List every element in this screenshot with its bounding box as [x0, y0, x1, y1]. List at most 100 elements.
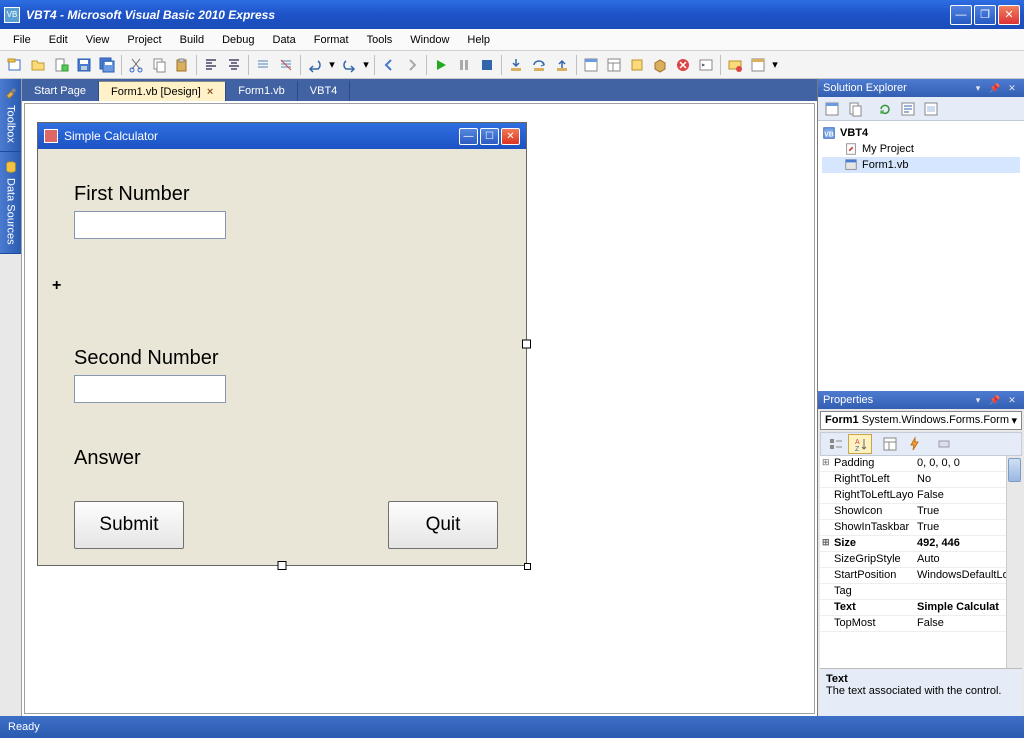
- menu-tools[interactable]: Tools: [358, 31, 402, 49]
- property-row[interactable]: RightToLeftLayoFalse: [820, 488, 1022, 504]
- align-center-icon[interactable]: [223, 54, 245, 76]
- paste-icon[interactable]: [171, 54, 193, 76]
- find-dropdown-icon[interactable]: ▾: [770, 54, 780, 76]
- chevron-down-icon[interactable]: ▾: [1011, 414, 1017, 427]
- properties-scrollbar[interactable]: [1006, 456, 1022, 668]
- object-browser-icon[interactable]: [626, 54, 648, 76]
- close-tab-icon[interactable]: ×: [207, 86, 213, 98]
- scrollbar-thumb[interactable]: [1008, 458, 1021, 482]
- save-all-icon[interactable]: [96, 54, 118, 76]
- label-first-number[interactable]: First Number: [74, 183, 190, 206]
- property-extra-icon[interactable]: [932, 434, 956, 454]
- events-icon[interactable]: [902, 434, 926, 454]
- solution-tree[interactable]: VB VBT4 My Project Form1.vb: [818, 121, 1024, 391]
- redo-icon[interactable]: [338, 54, 360, 76]
- step-out-icon[interactable]: [551, 54, 573, 76]
- tree-node-form1[interactable]: Form1.vb: [822, 157, 1020, 173]
- show-all-files-icon[interactable]: [844, 98, 866, 120]
- label-plus[interactable]: +: [52, 277, 61, 295]
- property-row[interactable]: Tag: [820, 584, 1022, 600]
- property-row[interactable]: ShowIconTrue: [820, 504, 1022, 520]
- align-left-icon[interactable]: [200, 54, 222, 76]
- tab-vbt4[interactable]: VBT4: [298, 81, 351, 101]
- resize-handle[interactable]: [524, 563, 531, 570]
- form-designer-surface[interactable]: Simple Calculator — ☐ ✕ First Number + S…: [24, 103, 815, 714]
- form-minimize-icon[interactable]: —: [459, 128, 478, 145]
- button-quit[interactable]: Quit: [388, 501, 498, 549]
- step-over-icon[interactable]: [528, 54, 550, 76]
- menu-data[interactable]: Data: [264, 31, 305, 49]
- properties-window-icon[interactable]: [603, 54, 625, 76]
- menu-view[interactable]: View: [77, 31, 119, 49]
- step-into-icon[interactable]: [505, 54, 527, 76]
- label-second-number[interactable]: Second Number: [74, 347, 219, 370]
- property-row[interactable]: Padding0, 0, 0, 0: [820, 456, 1022, 472]
- form-maximize-icon[interactable]: ☐: [480, 128, 499, 145]
- tab-form1-design[interactable]: Form1.vb [Design]×: [99, 81, 226, 101]
- property-row[interactable]: SizeGripStyleAuto: [820, 552, 1022, 568]
- navigate-back-icon[interactable]: [378, 54, 400, 76]
- stop-icon[interactable]: [476, 54, 498, 76]
- uncomment-icon[interactable]: [275, 54, 297, 76]
- data-sources-tab[interactable]: Data Sources: [0, 152, 21, 254]
- panel-dropdown-icon[interactable]: ▾: [971, 394, 985, 406]
- open-file-icon[interactable]: [27, 54, 49, 76]
- solution-explorer-icon[interactable]: [580, 54, 602, 76]
- pause-icon[interactable]: [453, 54, 475, 76]
- property-pages-icon[interactable]: [878, 434, 902, 454]
- property-row[interactable]: TextSimple Calculat: [820, 600, 1022, 616]
- categorized-icon[interactable]: [824, 434, 848, 454]
- close-button[interactable]: ✕: [998, 5, 1020, 25]
- find-icon[interactable]: [747, 54, 769, 76]
- property-row[interactable]: StartPositionWindowsDefaultLo: [820, 568, 1022, 584]
- property-row[interactable]: TopMostFalse: [820, 616, 1022, 632]
- properties-object-selector[interactable]: Form1 System.Windows.Forms.Form ▾: [820, 411, 1022, 430]
- comment-icon[interactable]: [252, 54, 274, 76]
- property-row[interactable]: ShowInTaskbarTrue: [820, 520, 1022, 536]
- properties-icon[interactable]: [821, 98, 843, 120]
- error-list-icon[interactable]: [672, 54, 694, 76]
- undo-dropdown-icon[interactable]: ▾: [327, 54, 337, 76]
- toolbox-icon[interactable]: [649, 54, 671, 76]
- add-item-icon[interactable]: [50, 54, 72, 76]
- menu-help[interactable]: Help: [458, 31, 499, 49]
- menu-edit[interactable]: Edit: [40, 31, 77, 49]
- label-answer[interactable]: Answer: [74, 447, 141, 470]
- save-icon[interactable]: [73, 54, 95, 76]
- property-grid[interactable]: Padding0, 0, 0, 0RightToLeftNoRightToLef…: [820, 456, 1022, 668]
- refresh-icon[interactable]: [874, 98, 896, 120]
- panel-pin-icon[interactable]: 📌: [988, 394, 1002, 406]
- menu-window[interactable]: Window: [401, 31, 458, 49]
- toolbox-tab[interactable]: Toolbox: [0, 79, 21, 152]
- panel-pin-icon[interactable]: 📌: [988, 82, 1002, 94]
- menu-file[interactable]: File: [4, 31, 40, 49]
- minimize-button[interactable]: —: [950, 5, 972, 25]
- start-debug-icon[interactable]: [430, 54, 452, 76]
- menu-build[interactable]: Build: [171, 31, 213, 49]
- textbox-first-number[interactable]: [74, 211, 226, 239]
- maximize-button[interactable]: ❐: [974, 5, 996, 25]
- menu-project[interactable]: Project: [118, 31, 170, 49]
- button-submit[interactable]: Submit: [74, 501, 184, 549]
- tab-form1-vb[interactable]: Form1.vb: [226, 81, 297, 101]
- undo-icon[interactable]: [304, 54, 326, 76]
- extension-manager-icon[interactable]: [724, 54, 746, 76]
- alphabetical-icon[interactable]: AZ: [848, 434, 872, 454]
- panel-close-icon[interactable]: ✕: [1005, 394, 1019, 406]
- cut-icon[interactable]: [125, 54, 147, 76]
- property-row[interactable]: RightToLeftNo: [820, 472, 1022, 488]
- property-row[interactable]: Size492, 446: [820, 536, 1022, 552]
- panel-dropdown-icon[interactable]: ▾: [971, 82, 985, 94]
- copy-icon[interactable]: [148, 54, 170, 76]
- view-designer-icon[interactable]: [920, 98, 942, 120]
- new-project-icon[interactable]: [4, 54, 26, 76]
- menu-debug[interactable]: Debug: [213, 31, 263, 49]
- textbox-second-number[interactable]: [74, 375, 226, 403]
- navigate-forward-icon[interactable]: [401, 54, 423, 76]
- tree-node-project[interactable]: VB VBT4: [822, 125, 1020, 141]
- tree-node-myproject[interactable]: My Project: [822, 141, 1020, 157]
- tab-start-page[interactable]: Start Page: [22, 81, 99, 101]
- form-close-icon[interactable]: ✕: [501, 128, 520, 145]
- panel-close-icon[interactable]: ✕: [1005, 82, 1019, 94]
- view-code-icon[interactable]: [897, 98, 919, 120]
